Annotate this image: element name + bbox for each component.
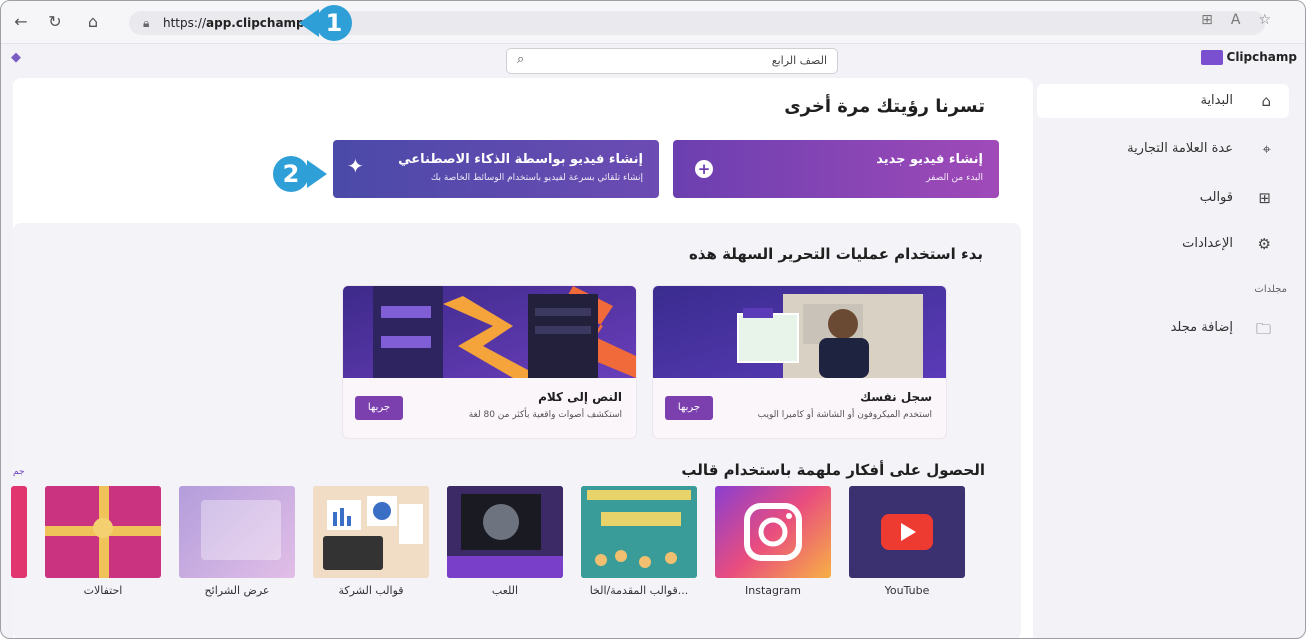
template-gaming[interactable]: [447, 486, 563, 578]
feature-desc: استكشف أصوات واقعية بأكثر من 80 لغة: [468, 410, 622, 420]
template-label: قوالب المقدمة/الخا...: [589, 584, 689, 597]
feature-title: سجل نفسك: [860, 390, 932, 404]
sidebar-item-label: إضافة مجلد: [1170, 320, 1233, 335]
back-icon[interactable]: ←: [11, 12, 31, 32]
try-it-button[interactable]: جربها: [665, 396, 713, 420]
gaming-template-image: [447, 486, 563, 578]
plus-icon: +: [695, 160, 713, 178]
business-template-image: [313, 486, 429, 578]
feature-desc: استخدم الميكروفون أو الشاشة أو كاميرا ال…: [757, 410, 932, 420]
template-label: اللعب: [491, 584, 519, 597]
sidebar-item-settings[interactable]: ⚙ الإعدادات: [1037, 227, 1289, 261]
youtube-icon: [881, 514, 933, 550]
sidebar-item-label: عدة العلامة التجارية: [1127, 141, 1233, 156]
sidebar-item-label: البداية: [1200, 93, 1233, 108]
home-icon: ⌂: [1261, 92, 1271, 110]
brand-kit-icon: ⌖: [1262, 140, 1271, 158]
settings-icon: ⚙: [1257, 235, 1271, 253]
badge-pointer: [307, 160, 327, 188]
sparkle-icon: ✦: [347, 154, 364, 178]
template-partial[interactable]: [11, 486, 27, 578]
app-header: ◆ ⌕ الصف الرابع Clipchamp: [1, 44, 1305, 76]
cta-title: إنشاء فيديو بواسطة الذكاء الاصطناعي: [398, 152, 643, 167]
main-content: تسرنا رؤيتك مرة أخرى + إنشاء فيديو جديد …: [11, 78, 1033, 638]
refresh-icon[interactable]: ↻: [45, 12, 65, 32]
premium-gem-icon[interactable]: ◆: [11, 50, 21, 65]
try-it-button[interactable]: جربها: [355, 396, 403, 420]
folder-add-icon: 🗀︎: [1255, 320, 1271, 338]
record-yourself-image: [653, 286, 946, 378]
sidebar-item-label: الإعدادات: [1182, 236, 1233, 251]
step-badge-2: 2: [273, 156, 309, 192]
feature-title: النص إلى كلام: [538, 390, 622, 404]
home-icon[interactable]: ⌂: [83, 12, 103, 32]
create-ai-video-button[interactable]: ✦ إنشاء فيديو بواسطة الذكاء الاصطناعي إن…: [333, 140, 659, 198]
cta-title: إنشاء فيديو جديد: [876, 152, 983, 167]
sidebar-item-templates[interactable]: ⊞ قوالب: [1037, 181, 1289, 215]
intro-template-image: [581, 486, 697, 578]
search-placeholder: الصف الرابع: [771, 54, 827, 67]
cta-subtitle: البدء من الصفر: [926, 173, 983, 183]
page-title: تسرنا رؤيتك مرة أخرى: [784, 96, 985, 117]
feature-card-tts[interactable]: النص إلى كلام استكشف أصوات واقعية بأكثر …: [342, 285, 637, 439]
sidebar-item-home[interactable]: ⌂ البداية: [1037, 84, 1289, 118]
templates-title: الحصول على أفكار ملهمة باستخدام قالب: [681, 461, 985, 479]
feature-card-record[interactable]: سجل نفسك استخدم الميكروفون أو الشاشة أو …: [652, 285, 947, 439]
template-label: Instagram: [745, 584, 801, 597]
template-slideshow[interactable]: [179, 486, 295, 578]
template-label: عرض الشرائح: [204, 584, 270, 597]
template-celebrations[interactable]: [45, 486, 161, 578]
folders-section-label: مجلدات: [1254, 284, 1287, 295]
create-new-video-button[interactable]: + إنشاء فيديو جديد البدء من الصفر: [673, 140, 999, 198]
instagram-icon: [744, 503, 802, 561]
template-intro[interactable]: [581, 486, 697, 578]
text-to-speech-image: [343, 286, 636, 378]
step-badge-1: 1: [316, 5, 352, 41]
search-icon: ⌕: [517, 52, 525, 67]
celebrations-template-image: [45, 486, 161, 578]
logo-icon: [1200, 50, 1223, 65]
browser-actions[interactable]: ⊞A☆: [1201, 12, 1289, 28]
browser-toolbar: ← ↻ ⌂ 🔒︎ https://app.clipchamp.com ⊞A☆: [1, 1, 1305, 44]
sidebar-item-add-folder[interactable]: 🗀︎ إضافة مجلد: [1037, 311, 1289, 345]
template-business[interactable]: [313, 486, 429, 578]
search-bar[interactable]: ⌕ الصف الرابع: [506, 48, 838, 74]
section-title: بدء استخدام عمليات التحرير السهلة هذه: [688, 245, 983, 263]
template-youtube[interactable]: [849, 486, 965, 578]
templates-icon: ⊞: [1258, 189, 1271, 207]
template-label: احتفالات: [83, 584, 123, 597]
cta-subtitle: إنشاء تلقائي بسرعة لفيديو باستخدام الوسا…: [430, 173, 643, 183]
template-label: YouTube: [884, 584, 930, 597]
template-instagram[interactable]: [715, 486, 831, 578]
clipchamp-logo[interactable]: Clipchamp: [1200, 50, 1297, 65]
slideshow-template-image: [201, 500, 281, 560]
partial-link[interactable]: جم: [13, 467, 25, 477]
sidebar-item-brand-kit[interactable]: ⌖ عدة العلامة التجارية: [1037, 132, 1289, 166]
sidebar-item-label: قوالب: [1199, 190, 1233, 205]
app-window: ← ↻ ⌂ 🔒︎ https://app.clipchamp.com ⊞A☆ 1…: [0, 0, 1306, 639]
template-label: قوالب الشركة: [338, 584, 404, 597]
lock-icon: 🔒︎: [143, 16, 150, 30]
